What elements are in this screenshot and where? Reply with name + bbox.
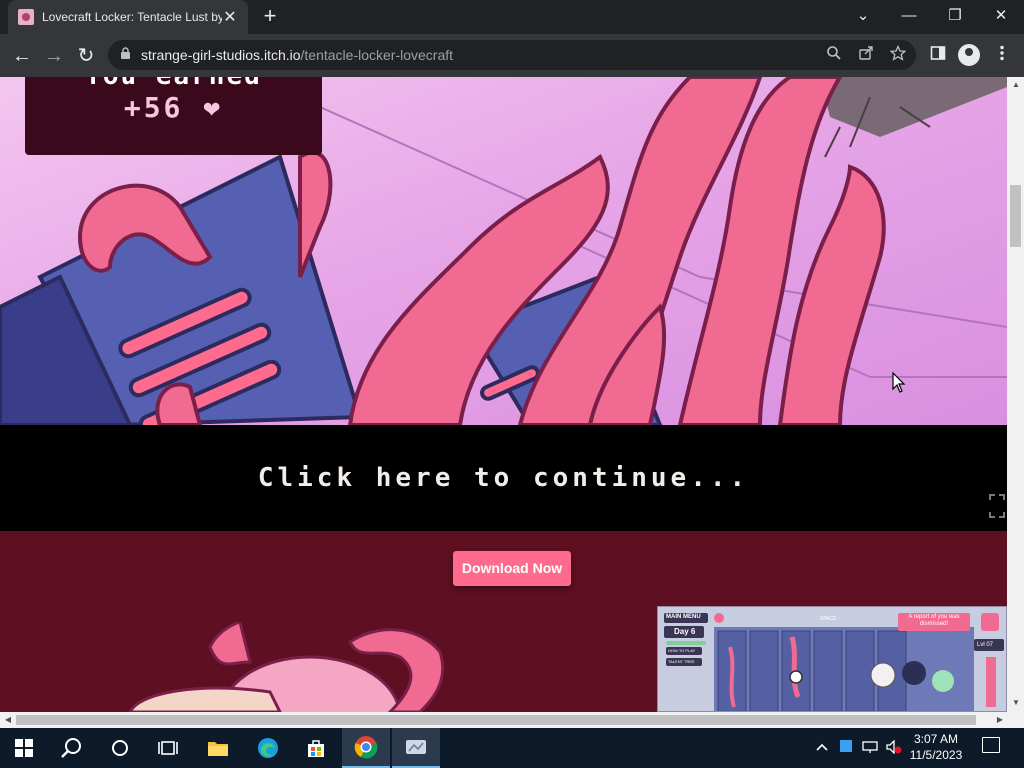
scroll-right-arrow-icon[interactable]: ▶ — [994, 715, 1006, 724]
scroll-up-arrow-icon[interactable]: ▲ — [1010, 80, 1022, 89]
screenshot-thumbnail[interactable]: MAIN MENU Day 6 HOW TO PLAY TALENT TREE … — [657, 606, 1007, 712]
cortana-icon[interactable] — [96, 728, 144, 768]
notification-center-icon[interactable] — [982, 737, 1000, 753]
url-path: /tentacle-locker-lovecraft — [300, 47, 454, 63]
thumb-day: Day 6 — [674, 627, 696, 636]
thumb-space: SPACE — [820, 616, 837, 622]
earned-label: You earned — [25, 77, 322, 91]
app-taskbar-icon[interactable] — [392, 728, 440, 768]
url-host: strange-girl-studios.itch.io — [141, 47, 301, 63]
browser-tab[interactable]: Lovecraft Locker: Tentacle Lust by ✕ — [8, 0, 248, 34]
search-icon[interactable] — [48, 728, 96, 768]
continue-bar[interactable]: Click here to continue... — [0, 425, 1007, 531]
fullscreen-icon[interactable] — [987, 492, 1007, 520]
reload-button[interactable]: ↻ — [72, 42, 100, 70]
network-icon[interactable] — [862, 740, 878, 757]
clock-time: 3:07 AM — [913, 732, 959, 746]
vertical-scrollbar[interactable] — [1007, 77, 1024, 712]
browser-toolbar: ← → ↻ strange-girl-studios.itch.io/tenta… — [0, 34, 1024, 77]
volume-muted-icon[interactable] — [886, 739, 902, 757]
edge-browser-icon[interactable] — [244, 728, 292, 768]
back-button[interactable]: ← — [8, 42, 36, 70]
tray-app-icon[interactable] — [840, 740, 852, 755]
itchio-favicon-icon — [18, 9, 34, 25]
close-window-button[interactable]: ✕ — [978, 0, 1024, 34]
thumb-talent-tree: TALENT TREE — [668, 659, 695, 664]
scroll-down-arrow-icon[interactable]: ▼ — [1010, 698, 1022, 707]
system-clock[interactable]: 3:07 AM 11/5/2023 — [904, 731, 968, 763]
windows-taskbar: 3:07 AM 11/5/2023 — [0, 728, 1024, 768]
start-button[interactable] — [0, 728, 48, 768]
chrome-taskbar-icon[interactable] — [342, 728, 390, 768]
menu-kebab-icon[interactable] — [988, 42, 1016, 70]
minimize-button[interactable]: — — [886, 0, 932, 34]
horizontal-scroll-thumb[interactable] — [16, 715, 976, 725]
show-hidden-icons-icon[interactable] — [816, 740, 828, 755]
download-now-button[interactable]: Download Now — [453, 551, 571, 586]
share-icon[interactable] — [852, 42, 880, 70]
file-explorer-icon[interactable] — [194, 728, 242, 768]
side-panel-icon[interactable] — [924, 42, 952, 70]
mouse-cursor-icon — [892, 372, 906, 393]
tab-close-icon[interactable]: ✕ — [222, 7, 238, 27]
promo-artwork — [128, 622, 445, 712]
tab-search-icon[interactable]: ⌄ — [840, 0, 886, 34]
tab-title: Lovecraft Locker: Tentacle Lust by — [42, 10, 222, 24]
profile-avatar[interactable] — [958, 44, 980, 66]
microsoft-store-icon[interactable] — [292, 728, 340, 768]
earned-value: +56 ❤ — [123, 91, 224, 124]
maximize-button[interactable]: ❐ — [932, 0, 978, 34]
thumb-how-to-play: HOW TO PLAY — [668, 648, 696, 653]
page-viewport: You earned +56 ❤ Click here to continue.… — [0, 77, 1007, 712]
thumb-main-menu: MAIN MENU — [666, 614, 701, 620]
tab-strip: Lovecraft Locker: Tentacle Lust by ✕ + ⌄… — [0, 0, 1024, 34]
search-icon[interactable] — [820, 42, 848, 70]
continue-text[interactable]: Click here to continue... — [258, 463, 749, 493]
vertical-scroll-thumb[interactable] — [1010, 185, 1021, 247]
game-screen[interactable]: You earned +56 ❤ — [0, 77, 1007, 425]
forward-button[interactable]: → — [40, 42, 68, 70]
thumb-report: A report of you was dismissed! — [908, 614, 960, 627]
bookmark-star-icon[interactable] — [884, 42, 912, 70]
clock-date: 11/5/2023 — [909, 748, 963, 762]
scroll-left-arrow-icon[interactable]: ◀ — [2, 715, 14, 724]
new-tab-button[interactable]: + — [258, 4, 282, 28]
thumb-level: Lvl 07 — [977, 642, 994, 648]
task-view-icon[interactable] — [144, 728, 192, 768]
score-panel: You earned +56 ❤ — [25, 77, 322, 155]
lock-icon[interactable] — [120, 47, 131, 63]
address-bar[interactable]: strange-girl-studios.itch.io/tentacle-lo… — [108, 40, 916, 70]
